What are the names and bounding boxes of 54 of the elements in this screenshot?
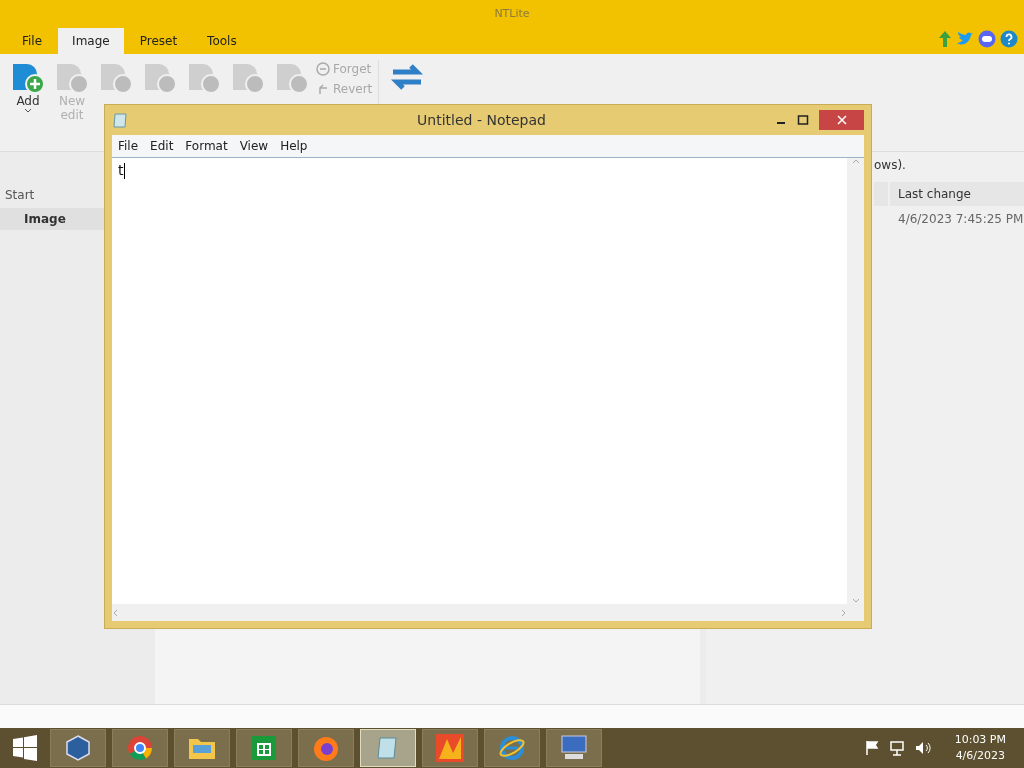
up-arrow-icon[interactable] bbox=[938, 30, 952, 48]
clock-date[interactable]: 4/6/2023 bbox=[955, 748, 1006, 764]
chat-bubble-icon[interactable] bbox=[978, 30, 996, 48]
table-cell-text: 4/6/2023 7:45:25 PM bbox=[897, 211, 1024, 226]
horizontal-scrollbar[interactable] bbox=[112, 604, 847, 621]
ribbon-tab[interactable]: File bbox=[8, 28, 57, 54]
ribbon-tab[interactable]: Preset bbox=[125, 28, 192, 54]
taskbar-button[interactable] bbox=[174, 729, 230, 767]
scroll-right-icon[interactable] bbox=[841, 608, 847, 617]
sidebar-item[interactable]: Image bbox=[0, 208, 104, 230]
sidebar-heading: Start bbox=[4, 188, 36, 204]
flag-icon[interactable] bbox=[864, 740, 879, 756]
speaker-icon[interactable] bbox=[914, 740, 931, 756]
firefox-icon bbox=[312, 734, 340, 762]
taskbar-button[interactable] bbox=[298, 729, 354, 767]
minus-circle-icon bbox=[316, 62, 330, 76]
clock-time[interactable]: 10:03 PM bbox=[954, 732, 1006, 748]
window-title: Untitled - Notepad bbox=[416, 112, 547, 128]
scroll-left-icon[interactable] bbox=[112, 608, 118, 617]
menu-item[interactable]: File bbox=[112, 139, 145, 153]
monitor-icon bbox=[559, 734, 589, 762]
help-icon[interactable] bbox=[1000, 30, 1018, 48]
cube-icon bbox=[64, 734, 92, 762]
scroll-up-icon[interactable] bbox=[851, 158, 860, 164]
ntlite-logo-icon bbox=[435, 733, 465, 763]
taskbar-button[interactable] bbox=[112, 729, 168, 767]
info-text: ows). bbox=[874, 158, 906, 174]
menu-item[interactable]: Help bbox=[274, 139, 314, 153]
shopping-bag-icon bbox=[251, 735, 277, 761]
scroll-down-icon[interactable] bbox=[851, 598, 860, 604]
windows-logo-icon[interactable] bbox=[12, 735, 38, 761]
ribbon-tab[interactable]: Tools bbox=[193, 28, 251, 54]
column-header[interactable]: Last change bbox=[890, 182, 1024, 206]
menu-item[interactable]: Format bbox=[179, 139, 234, 153]
taskbar-button[interactable] bbox=[546, 729, 602, 767]
ribbon-button-label[interactable]: Add bbox=[16, 94, 40, 108]
chrome-icon bbox=[126, 734, 154, 762]
close-button[interactable] bbox=[819, 110, 864, 130]
network-icon[interactable] bbox=[888, 740, 905, 756]
notepad-icon bbox=[112, 112, 128, 128]
taskbar-button[interactable] bbox=[236, 729, 292, 767]
menu-item[interactable]: Edit bbox=[144, 139, 180, 153]
undo-arrow-icon bbox=[316, 82, 330, 96]
internet-explorer-icon bbox=[498, 734, 526, 762]
ribbon-tab[interactable]: Image bbox=[58, 28, 124, 54]
window-title: NTLite bbox=[494, 6, 530, 20]
menu-item[interactable]: View bbox=[233, 139, 275, 153]
close-icon bbox=[836, 115, 847, 125]
taskbar-button[interactable] bbox=[484, 729, 540, 767]
taskbar-button[interactable] bbox=[422, 729, 478, 767]
maximize-icon[interactable] bbox=[797, 114, 809, 126]
vertical-scrollbar[interactable] bbox=[847, 158, 864, 604]
taskbar-button[interactable] bbox=[50, 729, 106, 767]
caret-icon[interactable] bbox=[24, 108, 32, 114]
